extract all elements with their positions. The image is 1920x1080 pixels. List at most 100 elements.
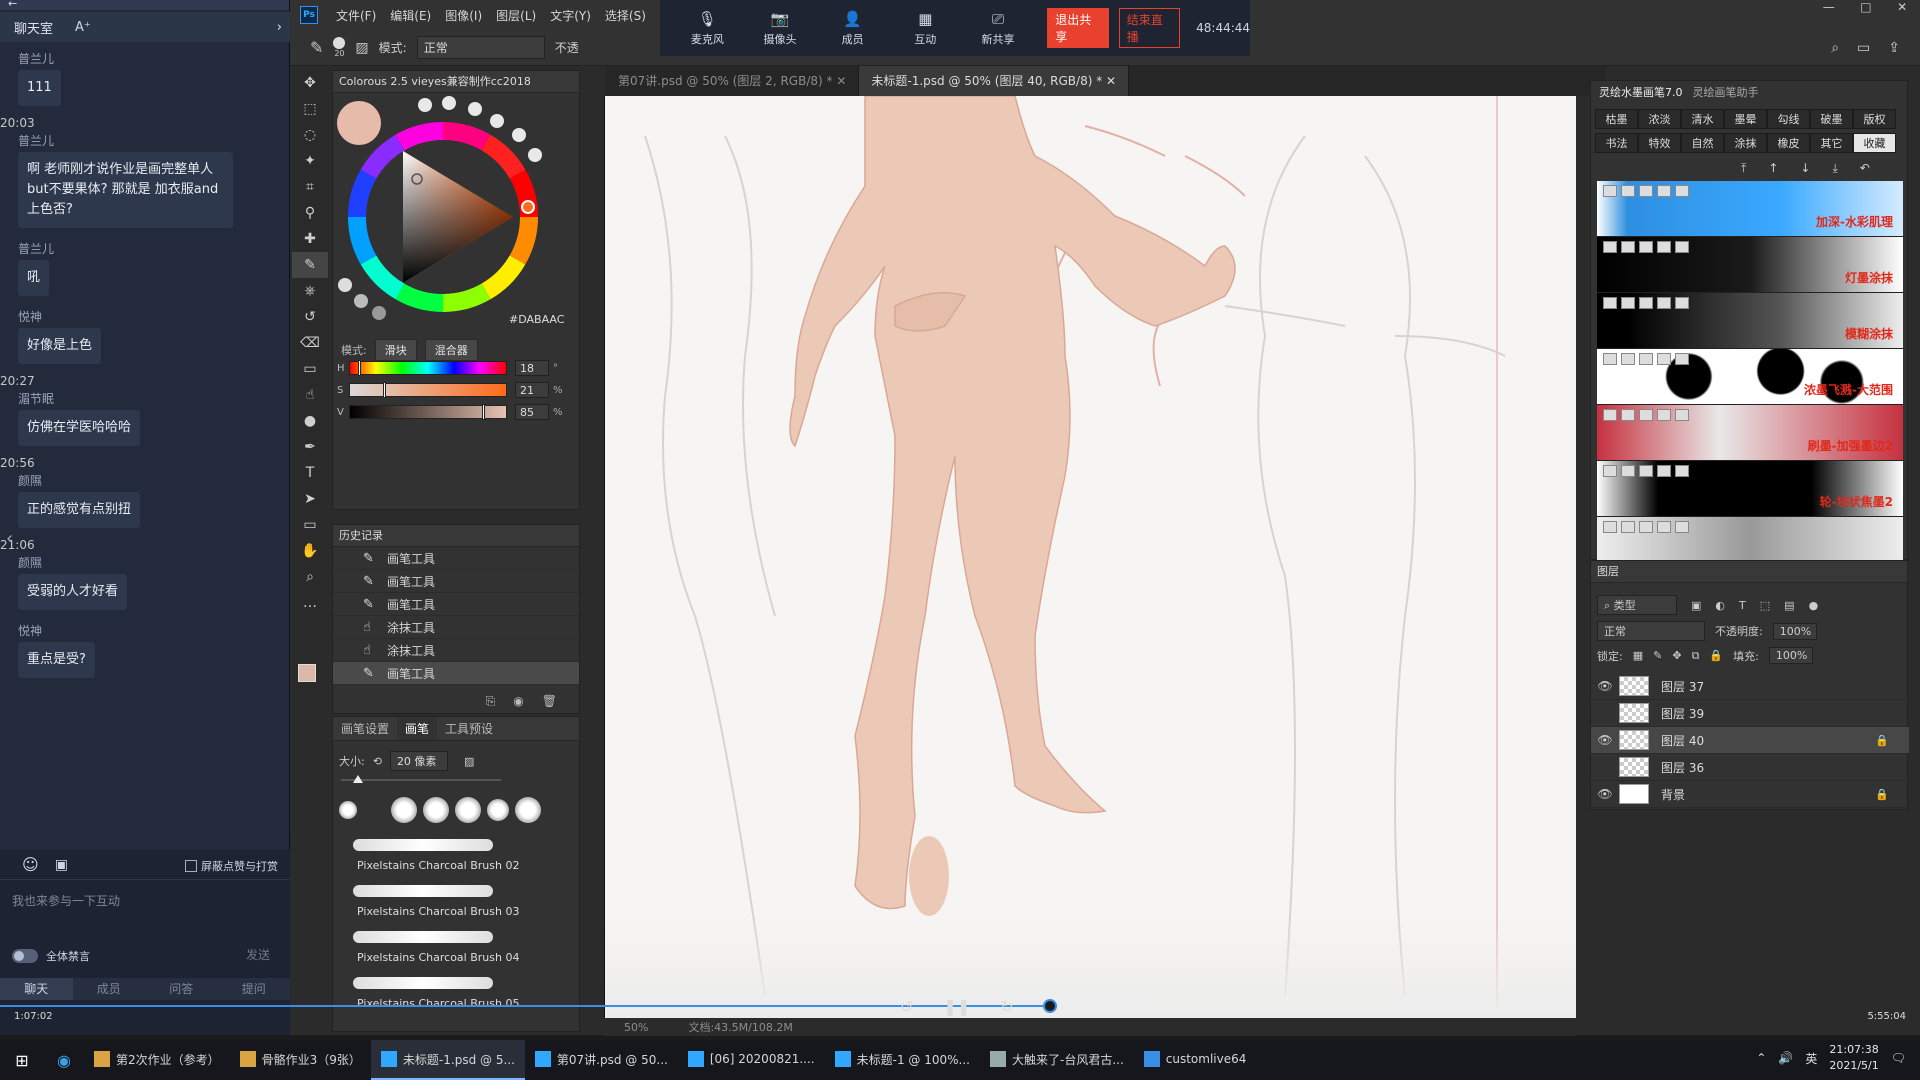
more-tool-icon[interactable]: … [292,590,328,616]
brush-category[interactable]: 浓淡 [1638,109,1681,129]
color-mode-dot[interactable] [338,278,352,292]
move-tool-icon[interactable]: ✥ [292,70,328,96]
layer-filter-select[interactable]: ⌕ 类型 [1597,595,1677,615]
undo-icon[interactable]: ↶ [1860,161,1870,176]
brush-category[interactable]: 自然 [1681,133,1724,153]
reset-icon[interactable]: ⟲ [373,755,382,768]
gradient-tool-icon[interactable]: ▭ [292,356,328,382]
pen-tool-icon[interactable]: ✒ [292,434,328,460]
brush-category[interactable]: 书法 [1595,133,1638,153]
checkbox-box[interactable] [185,860,197,872]
layer-row[interactable]: 👁 图层 40 🔒 [1591,727,1909,754]
hue-value[interactable]: 18 [515,360,549,376]
preset-action-icon[interactable] [1603,241,1617,253]
brush-tool-icon[interactable]: ✎ [310,38,323,57]
brush-tip[interactable] [339,801,357,819]
document-tab[interactable]: 未标题-1.psd @ 50% (图层 40, RGB/8) * ✕ [859,66,1130,96]
brush-preset-item[interactable]: Pixelstains Charcoal Brush 02 [347,833,537,879]
preset-action-icon[interactable] [1603,521,1617,533]
preset-action-icon[interactable] [1639,409,1653,421]
brush-library-preset[interactable]: 轮-块状焦墨2 [1597,461,1903,517]
preset-dot[interactable] [490,114,504,128]
hue-marker[interactable] [521,200,535,214]
history-item[interactable]: ✎ 画笔工具 [333,593,579,616]
history-brush-tool-icon[interactable]: ↺ [292,304,328,330]
adjust-filter-icon[interactable]: ◐ [1715,599,1725,612]
brush-library-preset[interactable]: 灯墨涂抹 [1597,237,1903,293]
preset-action-icon[interactable] [1639,465,1653,477]
preset-action-icon[interactable] [1675,521,1689,533]
preset-action-icon[interactable] [1675,297,1689,309]
visibility-eye-icon[interactable]: 👁 [1591,733,1619,747]
taskbar-clock[interactable]: 21:07:38 2021/5/1 [1829,1042,1878,1074]
history-item[interactable]: ☝ 涂抹工具 [333,639,579,662]
image-filter-icon[interactable]: ▣ [1691,599,1701,612]
fill-input[interactable]: 100% [1768,647,1813,664]
preset-action-icon[interactable] [1657,185,1671,197]
saturation-slider[interactable] [349,382,507,398]
filter-toggle-icon[interactable]: ● [1809,599,1819,612]
history-item[interactable]: ☝ 涂抹工具 [333,616,579,639]
pause-icon[interactable]: ❚❚ [943,997,970,1016]
brush-panel-tab[interactable]: 画笔设置 [333,717,397,740]
emoji-icon[interactable]: ☺ [22,855,39,874]
brush-category[interactable]: 清水 [1681,109,1724,129]
layer-name[interactable]: 图层 39 [1661,705,1704,722]
stop-share-button[interactable]: 退出共享 [1047,8,1109,48]
preset-action-icon[interactable] [1639,521,1653,533]
blend-mode-select[interactable]: 正常 [1597,621,1705,641]
brush-tip[interactable] [487,799,509,821]
layer-row[interactable]: 图层 39 [1591,700,1909,727]
brush-edit-icon[interactable]: ▨ [464,755,474,768]
chat-tab[interactable]: 成员 [73,978,146,1000]
marquee-tool-icon[interactable]: ⬚ [292,96,328,122]
mute-all-toggle[interactable]: 全体禁言 [12,948,90,964]
chat-tab[interactable]: 问答 [145,978,218,1000]
lock-paint-icon[interactable]: ✎ [1653,649,1662,662]
chat-tab[interactable]: 提问 [218,978,291,1000]
layer-row[interactable]: 👁 图层 37 [1591,673,1909,700]
preset-action-icon[interactable] [1603,409,1617,421]
preset-dot[interactable] [468,102,482,116]
preset-action-icon[interactable] [1657,409,1671,421]
smart-filter-icon[interactable]: ▤ [1784,599,1794,612]
lock-pixels-icon[interactable]: ▦ [1633,649,1643,662]
saturation-slider-knob[interactable] [382,382,386,398]
preset-action-icon[interactable] [1657,353,1671,365]
preset-action-icon[interactable] [1603,465,1617,477]
path-select-tool-icon[interactable]: ➤ [292,486,328,512]
trash-icon[interactable]: 🗑 [542,694,557,708]
brush-tip[interactable] [455,797,481,823]
rewind-icon[interactable]: ↺ [900,997,913,1016]
saturation-value[interactable]: 21 [515,382,549,398]
magic-wand-tool-icon[interactable]: ✦ [292,148,328,174]
brush-tip[interactable] [391,797,417,823]
meeting-button[interactable]: 🎙 麦克风 [678,10,737,47]
new-document-icon[interactable]: ⎘ [486,694,496,709]
preset-action-icon[interactable] [1657,521,1671,533]
history-item[interactable]: ✎ 画笔工具 [333,662,579,685]
value-slider[interactable] [349,404,507,420]
search-icon[interactable]: ⌕ [1831,40,1839,56]
move-bottom-icon[interactable]: ⤓ [1832,161,1837,176]
preset-dot[interactable] [512,128,526,142]
brush-size-input[interactable]: 20 像素 [389,751,448,771]
tab-close-icon[interactable]: ✕ [1102,74,1116,88]
tab-close-icon[interactable]: ✕ [833,74,846,88]
windows-start-icon[interactable]: ⊞ [0,1051,44,1070]
taskbar-task[interactable]: [06] 20200821.... [678,1040,825,1080]
menu-item[interactable]: 文字(Y) [550,7,591,24]
brush-settings-icon[interactable]: ▨ [355,40,368,56]
preset-dot[interactable] [442,96,456,110]
brush-library-preset[interactable]: 刷墨-加强墨边2 [1597,405,1903,461]
forward-icon[interactable]: ↻ [1000,997,1013,1016]
preset-action-icon[interactable] [1639,353,1653,365]
brush-panel-tab[interactable]: 工具预设 [437,717,501,740]
brush-category[interactable]: 特效 [1638,133,1681,153]
close-icon[interactable]: ✕ [1897,0,1907,22]
layer-name[interactable]: 图层 37 [1661,678,1704,695]
brush-category[interactable]: 版权 [1853,109,1896,129]
taskbar-task[interactable]: 未标题-1.psd @ 5... [370,1040,525,1080]
tray-arrow-icon[interactable]: ⌃ [1756,1051,1766,1065]
preset-action-icon[interactable] [1657,241,1671,253]
